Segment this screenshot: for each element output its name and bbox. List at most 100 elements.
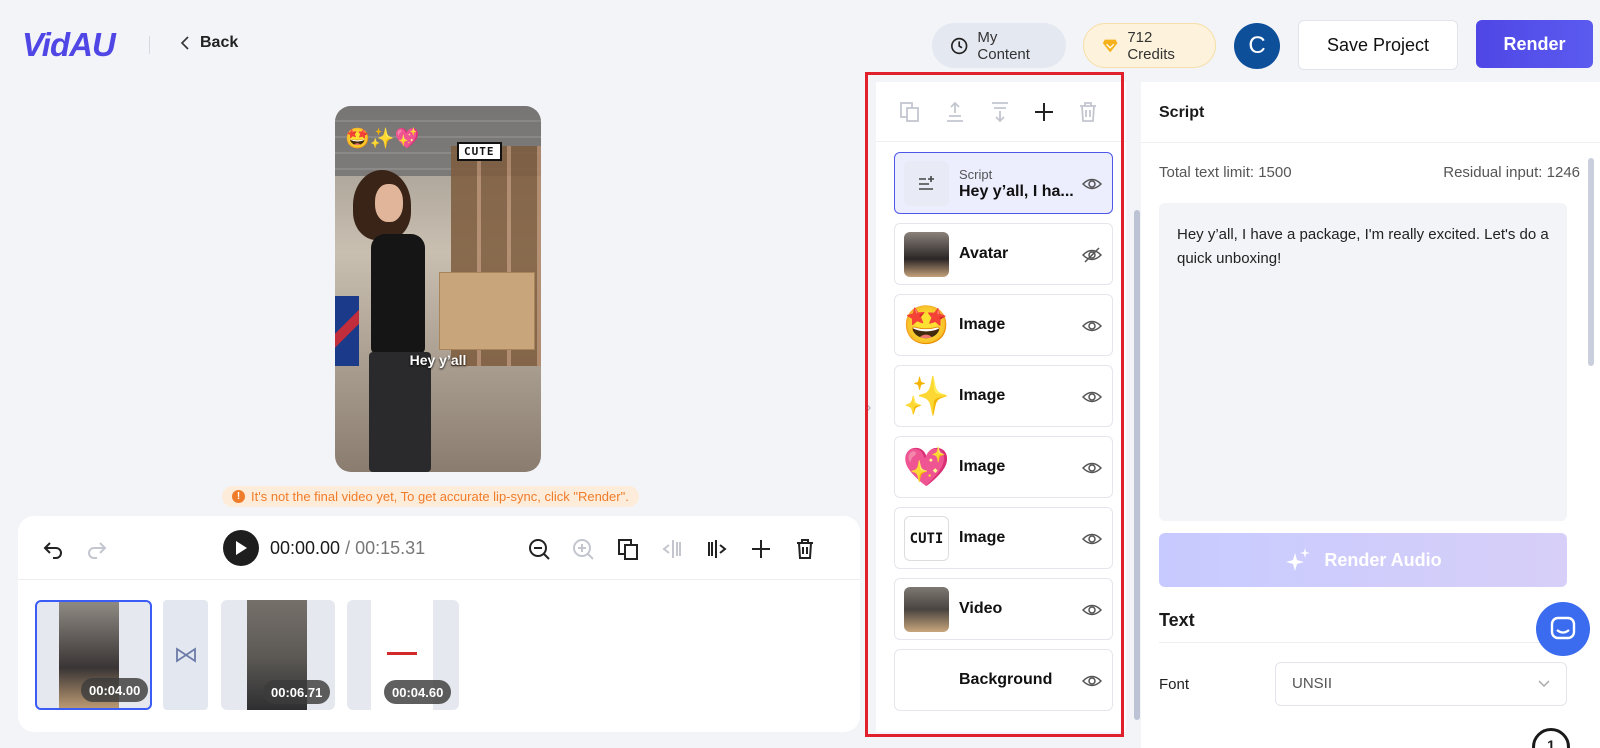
credits-label: 712 Credits (1127, 28, 1175, 63)
timeline-clip-3[interactable]: 00:04.60 (347, 600, 459, 710)
divider (1141, 142, 1600, 143)
back-button[interactable]: Back (180, 34, 238, 52)
duplicate-clip-button[interactable] (615, 536, 641, 562)
script-magic-icon (918, 175, 934, 190)
zoom-in-icon (573, 539, 594, 560)
redo-button[interactable] (84, 536, 110, 562)
eye-icon[interactable] (1082, 601, 1102, 619)
script-textarea[interactable]: Hey y’all, I have a package, I'm really … (1159, 203, 1567, 521)
eye-icon[interactable] (1082, 672, 1102, 690)
eye-off-icon[interactable] (1082, 246, 1102, 264)
clip-duration: 00:04.00 (81, 678, 149, 702)
chevron-down-icon (1538, 680, 1550, 688)
time-display: 00:00.00 / 00:15.31 (270, 538, 425, 559)
layer-item-video[interactable]: Video (894, 578, 1113, 640)
font-select[interactable]: UNSII (1275, 662, 1567, 706)
clock-icon (951, 37, 968, 54)
layer-move-down-button[interactable] (988, 100, 1012, 124)
lip-sync-warning: ! It's not the final video yet, To get a… (222, 486, 639, 507)
layer-script-preview: Hey y’all, I ha... (959, 183, 1074, 200)
clip-3-red-line (387, 652, 417, 655)
layer-type-label: Background (959, 671, 1053, 688)
layer-type-label: Script (959, 167, 993, 182)
render-button[interactable]: Render (1476, 20, 1593, 68)
play-button[interactable] (223, 530, 259, 566)
delete-clip-button[interactable] (792, 536, 818, 562)
layer-item-image-4[interactable]: CUTI Image (894, 507, 1113, 569)
top-bar: VidAU Back My Content 712 Credits C Save… (0, 0, 1600, 88)
timeline-clip-1[interactable]: 00:04.00 (35, 600, 152, 710)
diamond-icon (1102, 39, 1118, 52)
header-divider (149, 36, 150, 54)
clip-duration: 00:04.60 (384, 680, 452, 704)
script-panel-scrollbar[interactable] (1588, 158, 1594, 366)
eye-icon[interactable] (1082, 459, 1102, 477)
font-select-value: UNSII (1292, 675, 1333, 692)
text-section-heading: Text (1159, 610, 1195, 630)
eye-icon[interactable] (1082, 388, 1102, 406)
info-icon: ! (232, 490, 245, 503)
layer-item-image-2[interactable]: ✨ Image (894, 365, 1113, 427)
layer-delete-button[interactable] (1076, 100, 1100, 124)
layer-item-image-1[interactable]: 🤩 Image (894, 294, 1113, 356)
current-time: 00:00.00 (270, 538, 341, 558)
collapse-panel-chevron-icon[interactable]: › (866, 399, 871, 417)
layer-item-avatar[interactable]: Avatar (894, 223, 1113, 285)
undo-button[interactable] (40, 536, 66, 562)
video-layer-thumbnail (904, 587, 949, 632)
layers-panel: Script Hey y’all, I ha... Avatar 🤩 Image… (876, 82, 1126, 732)
credits-button[interactable]: 712 Credits (1083, 23, 1216, 68)
user-avatar[interactable]: C (1234, 23, 1280, 69)
layer-type-label: Image (959, 387, 1006, 404)
video-preview[interactable]: 🤩✨💖 CUTE Hey y’all (335, 106, 541, 472)
redo-icon (88, 542, 107, 559)
render-audio-label: Render Audio (1324, 549, 1442, 570)
font-label: Font (1159, 676, 1190, 693)
layer-move-up-button[interactable] (943, 100, 967, 124)
transition-button[interactable] (163, 600, 208, 710)
script-panel: Script Total text limit: 1500 Residual i… (1141, 82, 1600, 748)
layers-scrollbar[interactable] (1134, 210, 1140, 720)
preview-emoji-stickers[interactable]: 🤩✨💖 (345, 126, 420, 151)
preview-caption[interactable]: Hey y’all (335, 352, 541, 368)
script-layer-icon (904, 161, 949, 206)
undo-icon (43, 542, 62, 559)
layer-item-script[interactable]: Script Hey y’all, I ha... (894, 152, 1113, 214)
zoom-in-button[interactable] (570, 536, 596, 562)
my-content-button[interactable]: My Content (932, 23, 1066, 68)
back-label: Back (200, 34, 239, 51)
plus-icon (752, 540, 770, 558)
chat-support-button[interactable] (1536, 602, 1590, 656)
preview-person-face (375, 184, 403, 222)
preview-package-box (439, 272, 535, 350)
layers-toolbar (876, 82, 1126, 142)
eye-icon[interactable] (1082, 175, 1102, 193)
eye-icon[interactable] (1082, 317, 1102, 335)
render-audio-button[interactable]: Render Audio (1159, 533, 1567, 587)
layer-item-background[interactable]: Background (894, 649, 1113, 711)
vidau-logo[interactable]: VidAU (22, 26, 116, 64)
layer-add-button[interactable] (1032, 100, 1056, 124)
preview-person-legs (369, 352, 431, 472)
chevron-left-icon (180, 36, 189, 50)
total-text-limit: Total text limit: 1500 (1159, 164, 1292, 181)
zoom-out-button[interactable] (526, 536, 552, 562)
preview-cute-sticker[interactable]: CUTE (457, 142, 502, 161)
trash-icon (1080, 102, 1096, 122)
layer-type-label: Avatar (959, 245, 1009, 262)
layer-item-image-3[interactable]: 💖 Image (894, 436, 1113, 498)
warning-text: It's not the final video yet, To get acc… (251, 489, 629, 504)
clip-duration: 00:06.71 (263, 680, 331, 704)
layer-copy-button[interactable] (898, 100, 922, 124)
duplicate-icon (618, 539, 638, 560)
sparkles-emoji-thumbnail: ✨ (904, 375, 949, 418)
add-clip-button[interactable] (748, 536, 774, 562)
split-left-icon (662, 540, 681, 558)
timeline-clip-2[interactable]: 00:06.71 (221, 600, 335, 710)
chat-icon (1550, 616, 1576, 640)
split-left-button[interactable] (659, 536, 685, 562)
split-right-button[interactable] (704, 536, 730, 562)
save-project-button[interactable]: Save Project (1298, 20, 1458, 70)
split-right-icon (708, 540, 727, 558)
eye-icon[interactable] (1082, 530, 1102, 548)
